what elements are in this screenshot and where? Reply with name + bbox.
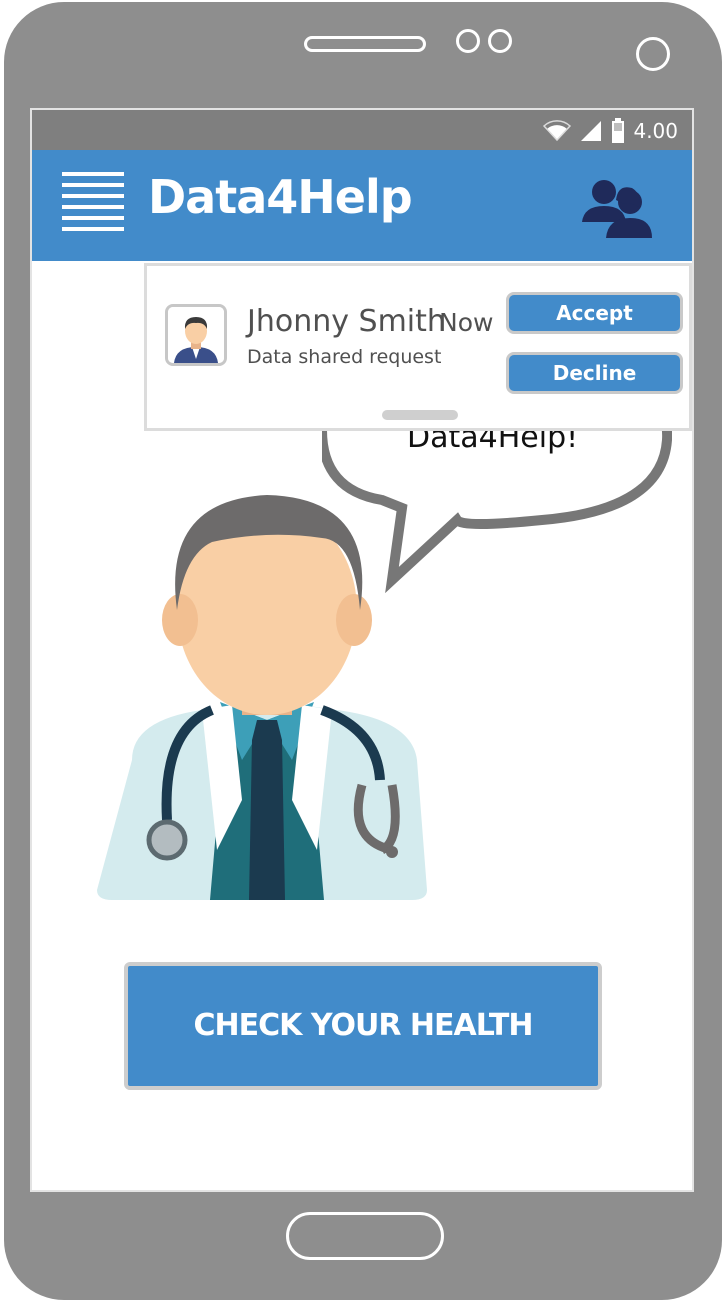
notification-time: Now (439, 308, 494, 337)
notification-drag-handle[interactable] (382, 410, 458, 420)
wifi-icon (543, 120, 572, 142)
avatar (165, 304, 227, 366)
status-bar: 4.00 (32, 110, 692, 150)
notification-sender: Jhonny Smith (247, 304, 446, 339)
app-bar: Data4Help (32, 150, 692, 261)
accept-button[interactable]: Accept (506, 292, 683, 334)
check-health-button[interactable]: CHECK YOUR HEALTH (124, 962, 602, 1090)
speaker-grille (304, 36, 426, 52)
users-icon[interactable] (580, 178, 654, 240)
signal-icon (581, 121, 602, 141)
sensor-dot-icon (488, 29, 512, 53)
user-avatar-icon (168, 307, 224, 363)
proximity-sensor-icon (636, 37, 670, 71)
battery-icon (612, 118, 625, 143)
decline-button[interactable]: Decline (506, 352, 683, 394)
notification-message: Data shared request (247, 346, 442, 368)
notification-card[interactable]: Jhonny Smith Now Data shared request Acc… (144, 263, 692, 431)
home-button[interactable] (286, 1212, 444, 1260)
doctor-illustration (97, 495, 427, 900)
front-camera-icon (456, 29, 480, 53)
hamburger-menu-icon[interactable] (62, 172, 124, 234)
phone-screen: 4.00 Data4Help Data4Help! Jhonny Smith N… (30, 108, 694, 1192)
status-time: 4.00 (633, 119, 678, 143)
app-title: Data4Help (148, 170, 413, 224)
